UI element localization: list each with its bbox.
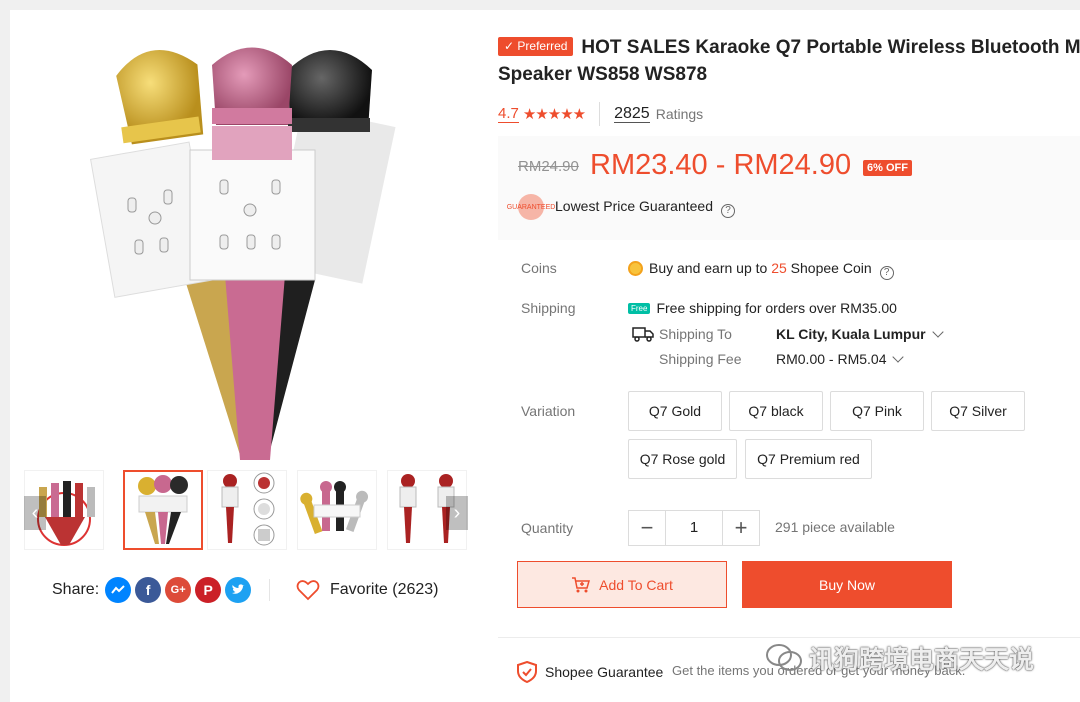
truck-icon: [632, 326, 654, 347]
product-title-line1: HOT SALES Karaoke Q7 Portable Wireless B…: [581, 37, 1080, 58]
share-row: Share: f G+ P: [52, 575, 252, 605]
rating-label: Ratings: [655, 106, 704, 122]
shipping-fee-dropdown[interactable]: RM0.00 - RM5.04: [776, 351, 905, 367]
add-to-cart-label: Add To Cart: [599, 576, 673, 593]
coins-value: Buy and earn up to 25 Shopee Coin?: [628, 260, 894, 280]
product-title-line2: Speaker WS858 WS878: [498, 64, 708, 85]
rating-score[interactable]: 4.7: [498, 105, 519, 123]
twitter-icon[interactable]: [225, 577, 252, 603]
add-to-cart-button[interactable]: Add To Cart: [517, 561, 727, 608]
free-shipping-icon: Free: [628, 303, 651, 314]
watermark: 讯狗跨境电商天天说: [765, 640, 1034, 676]
wechat-icon: [766, 644, 802, 671]
price-box: RM24.90 RM23.40 - RM24.90 6% OFF GUARANT…: [498, 136, 1080, 240]
guarantee-title: Shopee Guarantee: [545, 664, 664, 680]
guarantee-seal-icon: GUARANTEED: [507, 194, 555, 220]
quantity-decrease-button[interactable]: −: [629, 511, 665, 545]
quantity-input[interactable]: 1: [665, 511, 723, 545]
facebook-icon[interactable]: f: [135, 577, 162, 603]
variation-option-q7-premium-red[interactable]: Q7 Premium red: [745, 439, 872, 479]
chevron-down-icon: [892, 351, 905, 363]
shipping-to-dropdown[interactable]: KL City, Kuala Lumpur: [776, 326, 944, 342]
product-card: ‹ › Share: f G+ P Favorite (2623) ✓ Pref…: [10, 10, 1080, 702]
favorite-button[interactable]: Favorite (2623): [296, 575, 439, 605]
thumbnail-4[interactable]: [297, 470, 377, 550]
star-rating-icon: ★★★★★: [522, 106, 586, 123]
share-divider: [269, 579, 270, 601]
stock-available: 291 piece available: [775, 519, 895, 535]
coins-help-icon[interactable]: ?: [879, 265, 894, 280]
variation-option-q7-silver[interactable]: Q7 Silver: [931, 391, 1025, 431]
variation-option-q7-pink[interactable]: Q7 Pink: [830, 391, 924, 431]
coins-amount: 25: [771, 260, 787, 276]
preferred-badge: ✓ Preferred: [498, 37, 574, 56]
shopee-coin-icon: [628, 261, 643, 276]
rating-count[interactable]: 2825: [614, 105, 650, 123]
lowest-price-guarantee: Lowest Price Guaranteed?: [555, 198, 735, 218]
rating-row: 4.7 ★★★★★ 2825 Ratings: [498, 102, 703, 126]
thumbnail-prev-arrow[interactable]: ‹: [24, 496, 46, 530]
variation-option-q7-rose-gold[interactable]: Q7 Rose gold: [628, 439, 737, 479]
chevron-down-icon: [931, 326, 944, 338]
thumbnail-next-arrow[interactable]: ›: [446, 496, 468, 530]
variation-option-q7-gold[interactable]: Q7 Gold: [628, 391, 722, 431]
variation-label: Variation: [521, 403, 576, 419]
favorite-label: Favorite (2623): [330, 581, 439, 598]
quantity-label: Quantity: [521, 520, 574, 536]
messenger-icon[interactable]: [105, 577, 132, 603]
free-shipping-info: Free Free shipping for orders over RM35.0…: [628, 300, 897, 316]
watermark-text: 讯狗跨境电商天天说: [809, 646, 1035, 674]
pinterest-icon[interactable]: P: [195, 577, 222, 603]
product-title: ✓ Preferred HOT SALES Karaoke Q7 Portable…: [498, 34, 1080, 88]
current-price: RM23.40 - RM24.90: [590, 149, 852, 181]
shipping-to-label: Shipping To: [659, 326, 732, 342]
quantity-increase-button[interactable]: +: [723, 511, 759, 545]
variation-option-q7-black[interactable]: Q7 black: [729, 391, 823, 431]
shipping-fee-label: Shipping Fee: [659, 351, 742, 367]
shipping-label: Shipping: [521, 300, 576, 316]
coins-label: Coins: [521, 260, 557, 276]
thumbnail-3[interactable]: [207, 470, 287, 550]
shield-icon: [517, 661, 537, 683]
thumbnail-2[interactable]: [123, 470, 203, 550]
help-icon[interactable]: ?: [720, 203, 735, 218]
shopee-guarantee: Shopee Guarantee: [517, 661, 663, 683]
discount-badge: 6% OFF: [863, 160, 912, 176]
original-price: RM24.90: [518, 158, 579, 175]
buy-now-button[interactable]: Buy Now: [742, 561, 952, 608]
heart-icon: [296, 580, 320, 601]
quantity-stepper: − 1 +: [628, 510, 760, 546]
google-plus-icon[interactable]: G+: [165, 577, 192, 603]
cart-icon: [572, 576, 591, 592]
main-product-image[interactable]: [89, 30, 430, 470]
rating-divider: [599, 102, 601, 126]
thumbnail-strip: ‹ ›: [24, 470, 468, 552]
share-label: Share:: [52, 581, 100, 598]
section-divider: [498, 637, 1080, 638]
